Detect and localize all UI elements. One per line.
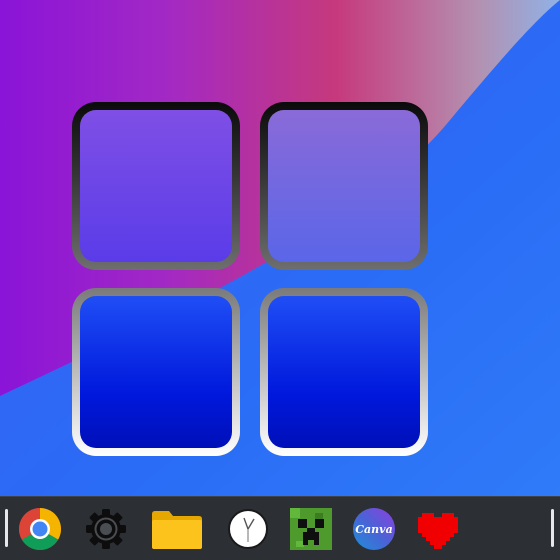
tile-bottom-left[interactable] <box>72 288 240 456</box>
settings-gear-icon <box>86 509 126 549</box>
tile-top-left[interactable] <box>72 102 240 270</box>
chrome-button[interactable] <box>16 505 64 553</box>
files-button[interactable] <box>150 505 204 553</box>
minecraft-icon <box>290 508 332 550</box>
taskbar-separator-right <box>551 509 554 547</box>
chrome-icon <box>18 508 62 551</box>
canva-button[interactable]: Canva <box>350 505 398 553</box>
minecraft-button[interactable] <box>287 505 335 553</box>
clock-button[interactable] <box>224 505 272 553</box>
canva-icon: Canva <box>353 508 395 550</box>
tile-top-right[interactable] <box>260 102 428 270</box>
clock-icon <box>228 509 268 549</box>
taskbar: Canva <box>0 496 560 560</box>
folder-icon <box>152 511 202 549</box>
settings-button[interactable] <box>82 505 130 553</box>
canva-label: Canva <box>355 523 392 536</box>
tile-bottom-right[interactable] <box>260 288 428 456</box>
taskbar-separator-left <box>5 509 8 547</box>
heart-icon <box>418 513 458 549</box>
heart-app-button[interactable] <box>414 505 462 553</box>
